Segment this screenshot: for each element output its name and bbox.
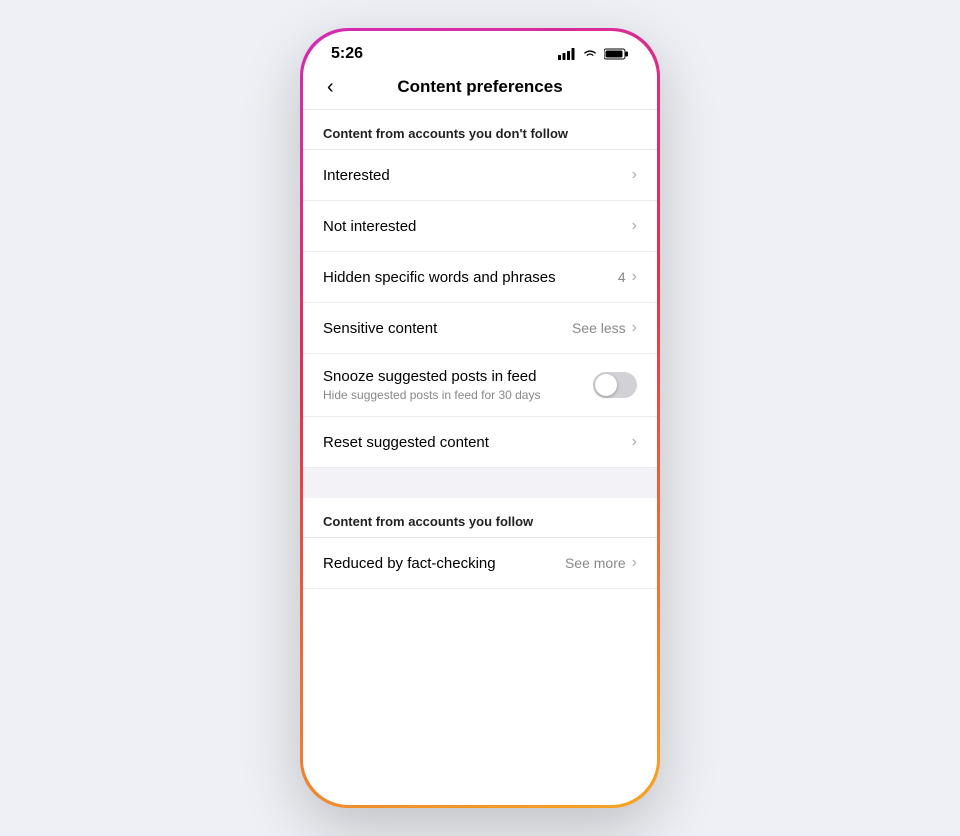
- battery-icon: [604, 48, 629, 60]
- chevron-icon-interested: ›: [632, 166, 637, 184]
- item-label-hidden-words: Hidden specific words and phrases: [323, 269, 556, 286]
- list-item-snooze: Snooze suggested posts in feed Hide sugg…: [303, 354, 657, 417]
- item-label-sensitive-content: Sensitive content: [323, 320, 437, 337]
- chevron-icon-hidden-words: ›: [632, 268, 637, 286]
- badge-sensitive-content: See less: [572, 320, 626, 336]
- content-area: Content from accounts you don't follow I…: [303, 110, 657, 805]
- page-header: ‹ Content preferences: [303, 67, 657, 110]
- item-label-fact-checking: Reduced by fact-checking: [323, 555, 496, 572]
- badge-hidden-words: 4: [618, 269, 626, 285]
- phone-screen: 5:26: [303, 31, 657, 805]
- list-item-fact-checking[interactable]: Reduced by fact-checking See more ›: [303, 538, 657, 589]
- list-item-hidden-words[interactable]: Hidden specific words and phrases 4 ›: [303, 252, 657, 303]
- item-sublabel-snooze: Hide suggested posts in feed for 30 days: [323, 388, 540, 402]
- list-item-sensitive-content[interactable]: Sensitive content See less ›: [303, 303, 657, 354]
- item-label-not-interested: Not interested: [323, 218, 416, 235]
- page-title: Content preferences: [397, 77, 562, 97]
- status-icons: [558, 48, 629, 60]
- item-label-snooze: Snooze suggested posts in feed: [323, 368, 540, 385]
- signal-icon: [558, 48, 576, 60]
- section-gap: [303, 468, 657, 498]
- list-item-interested[interactable]: Interested ›: [303, 150, 657, 201]
- wifi-icon: [582, 48, 598, 60]
- chevron-icon-fact-checking: ›: [632, 554, 637, 572]
- badge-fact-checking: See more: [565, 555, 626, 571]
- chevron-icon-reset: ›: [632, 433, 637, 451]
- status-time: 5:26: [331, 45, 363, 63]
- status-bar: 5:26: [303, 31, 657, 67]
- chevron-icon-not-interested: ›: [632, 217, 637, 235]
- phone-frame: 5:26: [300, 28, 660, 808]
- snooze-toggle[interactable]: [593, 372, 637, 398]
- item-label-reset: Reset suggested content: [323, 434, 489, 451]
- section-label-not-following: Content from accounts you don't follow: [303, 110, 657, 149]
- list-item-reset[interactable]: Reset suggested content ›: [303, 417, 657, 468]
- back-button[interactable]: ‹: [323, 72, 338, 103]
- chevron-icon-sensitive-content: ›: [632, 319, 637, 337]
- section-label-following: Content from accounts you follow: [303, 498, 657, 537]
- toggle-knob: [595, 374, 617, 396]
- item-label-interested: Interested: [323, 167, 390, 184]
- list-item-not-interested[interactable]: Not interested ›: [303, 201, 657, 252]
